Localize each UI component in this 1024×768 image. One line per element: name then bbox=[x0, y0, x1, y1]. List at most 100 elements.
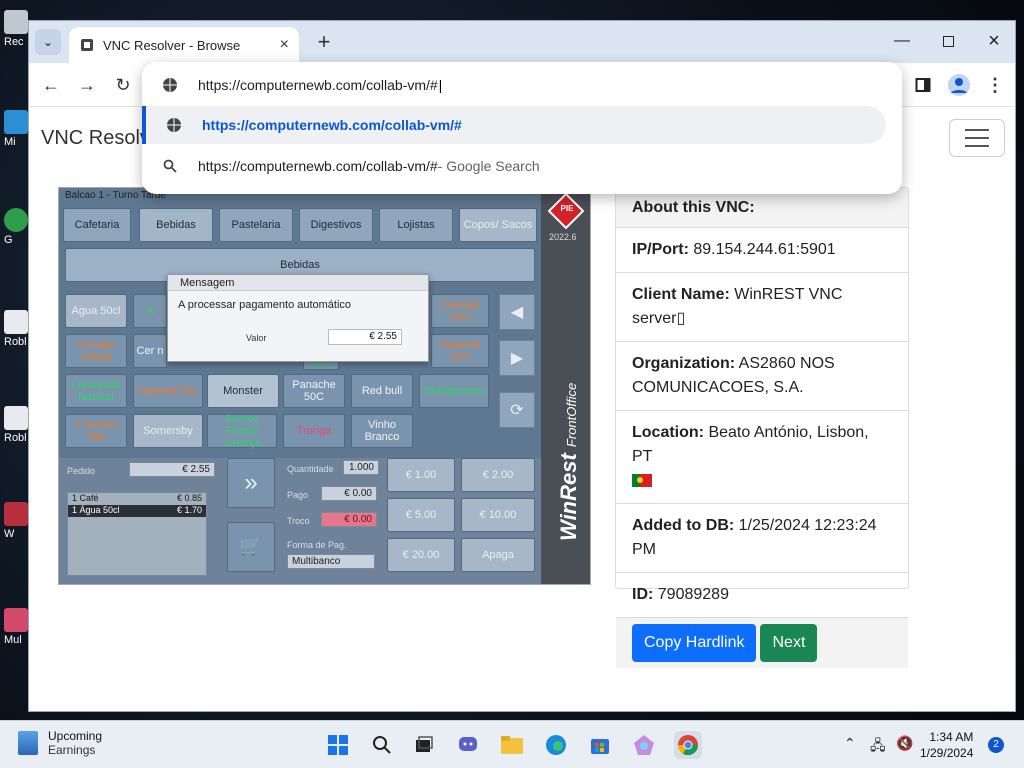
next-button[interactable]: Next bbox=[760, 624, 818, 662]
chat-button[interactable] bbox=[454, 731, 482, 759]
pedido-label: Pedido bbox=[67, 466, 96, 476]
pos-category: Cafetaria bbox=[63, 208, 131, 242]
chrome-button[interactable] bbox=[674, 731, 702, 759]
task-view-icon bbox=[416, 736, 433, 752]
globe-icon bbox=[142, 77, 198, 93]
new-tab-button[interactable]: + bbox=[311, 29, 337, 55]
cash-button: € 5.00 bbox=[387, 498, 455, 532]
widget-subtitle: Earnings bbox=[48, 743, 96, 757]
arrow-right-icon: → bbox=[78, 74, 96, 95]
search-suggestion-suffix: - Google Search bbox=[437, 158, 540, 174]
pos-product: Tronga bbox=[283, 414, 345, 448]
clock-time: 1:34 AM bbox=[929, 730, 974, 744]
taskbar: Upcoming Earnings ⌃ 🖧 🔇 1:34 AM 1/29/202… bbox=[0, 720, 1024, 768]
chat-icon bbox=[459, 737, 477, 751]
maximize-button[interactable] bbox=[925, 21, 971, 61]
maximize-icon bbox=[942, 35, 954, 47]
winrest-brand-strip: PIE 2022.6 WinRest FrontOffice bbox=[541, 188, 590, 584]
omnibox-suggestion-search[interactable]: https://computernewb.com/collab-vm/# - G… bbox=[142, 147, 902, 185]
globe-icon bbox=[146, 117, 202, 133]
search-suggestion-query: https://computernewb.com/collab-vm/# bbox=[198, 158, 438, 174]
plus-icon: + bbox=[317, 29, 331, 54]
task-view-button[interactable] bbox=[410, 731, 438, 759]
site-brand[interactable]: VNC Resolv bbox=[41, 127, 150, 150]
cash-button: € 20.00 bbox=[387, 538, 455, 572]
pos-ticket: 1 Café € 0.85 1 Água 50cl € 1.70 bbox=[67, 492, 207, 576]
folder-icon bbox=[501, 736, 523, 754]
pos-product: Imperial 30c bbox=[133, 374, 203, 408]
forma-value: Multibanco bbox=[287, 554, 375, 569]
pinwheel-icon bbox=[634, 735, 654, 755]
pos-category: Copos/ Sacos bbox=[459, 208, 537, 242]
tab-search-button[interactable]: ⌄ bbox=[35, 29, 61, 55]
edge-button[interactable] bbox=[542, 731, 570, 759]
show-hidden-icons-button[interactable]: ⌃ bbox=[844, 735, 856, 752]
store-icon bbox=[591, 739, 609, 754]
address-input[interactable]: https://computernewb.com/collab-vm/# bbox=[198, 77, 438, 93]
pos-category: Lojistas bbox=[379, 208, 453, 242]
troco-label: Troco bbox=[287, 516, 310, 526]
chevron-down-icon: ⌄ bbox=[42, 35, 54, 49]
pos-product: Agua 50cl bbox=[65, 294, 127, 328]
pos-product: Somersby bbox=[133, 414, 203, 448]
start-button[interactable] bbox=[324, 731, 352, 759]
vnc-screenshot: Balcao 1 - Turno Tarde Cafetaria Bebidas… bbox=[58, 187, 591, 585]
cash-button: € 2.00 bbox=[461, 458, 535, 492]
close-window-button[interactable]: × bbox=[971, 21, 1015, 61]
pedido-value: € 2.55 bbox=[129, 462, 215, 477]
quantidade-label: Quantidade bbox=[287, 464, 334, 474]
omnibox-suggestion-url[interactable]: https://computernewb.com/collab-vm/# bbox=[142, 106, 886, 144]
network-icon[interactable]: 🖧 bbox=[870, 735, 886, 759]
tab-title: VNC Resolver - Browse bbox=[103, 37, 241, 53]
search-icon bbox=[373, 736, 391, 754]
arrow-left-icon: ◀ bbox=[499, 294, 535, 330]
notification-badge[interactable]: 2 bbox=[988, 737, 1004, 753]
pago-value: € 0.00 bbox=[321, 486, 377, 501]
omnibox-dropdown: https://computernewb.com/collab-vm/# | h… bbox=[142, 62, 902, 194]
organization-item: Organization: AS2860 NOS COMUNICACOES, S… bbox=[616, 342, 908, 411]
hamburger-icon-line bbox=[965, 129, 989, 131]
pos-product: Vinho Branco bbox=[351, 414, 413, 448]
pos-message-dialog: Mensagem A processar pagamento automátic… bbox=[167, 274, 429, 362]
kebab-menu-icon: ⋮ bbox=[986, 74, 1004, 95]
profile-button[interactable] bbox=[945, 71, 973, 99]
reload-icon: ↻ bbox=[115, 74, 131, 95]
clock-date: 1/29/2024 bbox=[920, 746, 974, 760]
stocks-chart-icon bbox=[18, 731, 38, 755]
location-item: Location: Beato António, Lisbon, PT bbox=[616, 411, 908, 504]
tab-vnc-resolver[interactable]: VNC Resolver - Browse × bbox=[69, 27, 299, 63]
refresh-icon: ⟳ bbox=[499, 392, 535, 428]
search-button[interactable] bbox=[368, 731, 396, 759]
pos-category: Bebidas bbox=[139, 208, 213, 242]
store-button[interactable] bbox=[586, 731, 614, 759]
side-panel-icon bbox=[915, 78, 931, 92]
pos-product: Sumos Frutos Laranja bbox=[207, 413, 277, 449]
widget-title: Upcoming bbox=[48, 729, 103, 743]
side-panel-button[interactable] bbox=[909, 71, 937, 99]
reload-button[interactable]: ↻ bbox=[109, 71, 137, 99]
copy-hardlink-button[interactable]: Copy Hardlink bbox=[632, 624, 757, 662]
suggestion-url-text: https://computernewb.com/collab-vm/# bbox=[202, 117, 462, 133]
back-button[interactable]: ← bbox=[37, 71, 65, 99]
volume-muted-icon[interactable]: 🔇 bbox=[896, 735, 913, 752]
added-item: Added to DB: 1/25/2024 12:23:24 PM bbox=[616, 504, 908, 573]
pos-product: Cerveja 33cl bbox=[431, 294, 489, 328]
pos-screen: Balcao 1 - Turno Tarde Cafetaria Bebidas… bbox=[59, 188, 541, 584]
close-icon: × bbox=[988, 29, 1000, 52]
minimize-button[interactable]: — bbox=[879, 21, 925, 61]
close-icon[interactable]: × bbox=[280, 36, 289, 54]
menu-button[interactable]: ⋮ bbox=[981, 71, 1009, 99]
address-bar[interactable]: https://computernewb.com/collab-vm/# | bbox=[142, 66, 902, 104]
page-content: VNC Resolv Balcao 1 - Turno Tarde Cafeta… bbox=[29, 107, 1015, 711]
dialog-value-label: Valor bbox=[246, 333, 267, 343]
copilot-button[interactable] bbox=[630, 731, 658, 759]
card-header: About this VNC: bbox=[616, 188, 908, 228]
widgets-button[interactable]: Upcoming Earnings bbox=[18, 729, 102, 757]
pos-product: Laranjada Natural bbox=[65, 374, 127, 408]
file-explorer-button[interactable] bbox=[498, 731, 526, 759]
navbar-toggle-button[interactable] bbox=[949, 119, 1005, 157]
pos-category: Pastelaria bbox=[219, 208, 293, 242]
pos-product: 7 Sumos Nat bbox=[65, 414, 127, 448]
clock[interactable]: 1:34 AM 1/29/2024 bbox=[920, 729, 973, 761]
forward-button[interactable]: → bbox=[73, 71, 101, 99]
